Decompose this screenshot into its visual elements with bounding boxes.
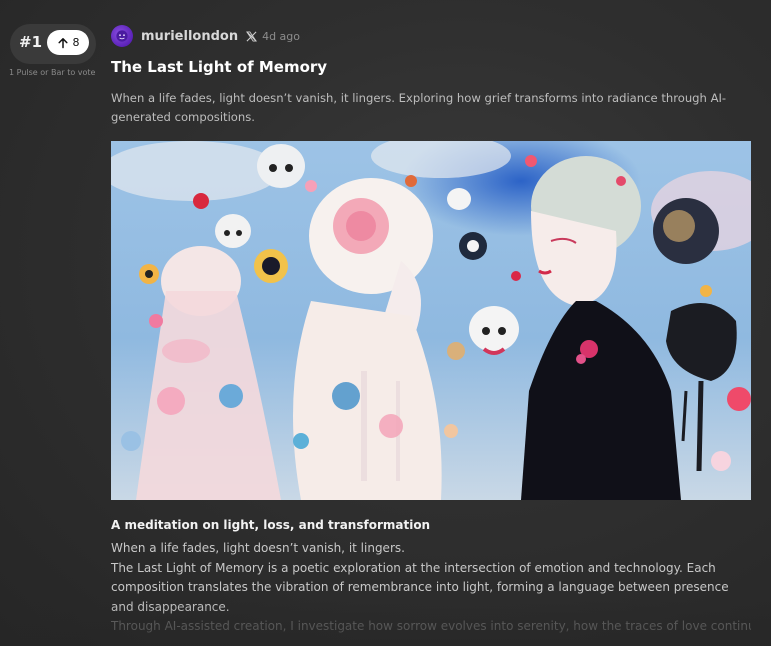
author-row: muriellondon 4d ago xyxy=(111,25,300,47)
body-paragraph-faded: Through AI-assisted creation, I investig… xyxy=(111,619,751,633)
vote-count: 8 xyxy=(72,36,80,49)
x-logo-icon[interactable] xyxy=(246,30,258,42)
avatar-face-icon xyxy=(116,30,128,42)
avatar[interactable] xyxy=(111,25,133,47)
post-time: 4d ago xyxy=(262,29,301,43)
rank-badge: #1 8 xyxy=(10,24,96,64)
upvote-button[interactable]: 8 xyxy=(47,30,89,55)
post-body: When a life fades, light doesn’t vanish,… xyxy=(111,539,751,617)
author-name[interactable]: muriellondon xyxy=(141,29,238,44)
arrow-up-icon xyxy=(57,37,68,48)
body-paragraph: When a life fades, light doesn’t vanish,… xyxy=(111,541,405,555)
post-title[interactable]: The Last Light of Memory xyxy=(111,58,327,76)
artwork-image[interactable] xyxy=(111,141,751,500)
rank-number: #1 xyxy=(19,33,43,51)
body-paragraph: The Last Light of Memory is a poetic exp… xyxy=(111,560,729,614)
post-subtitle: When a life fades, light doesn’t vanish,… xyxy=(111,91,727,124)
section-heading: A meditation on light, loss, and transfo… xyxy=(111,518,431,532)
vote-hint: 1 Pulse or Bar to vote xyxy=(9,68,96,77)
